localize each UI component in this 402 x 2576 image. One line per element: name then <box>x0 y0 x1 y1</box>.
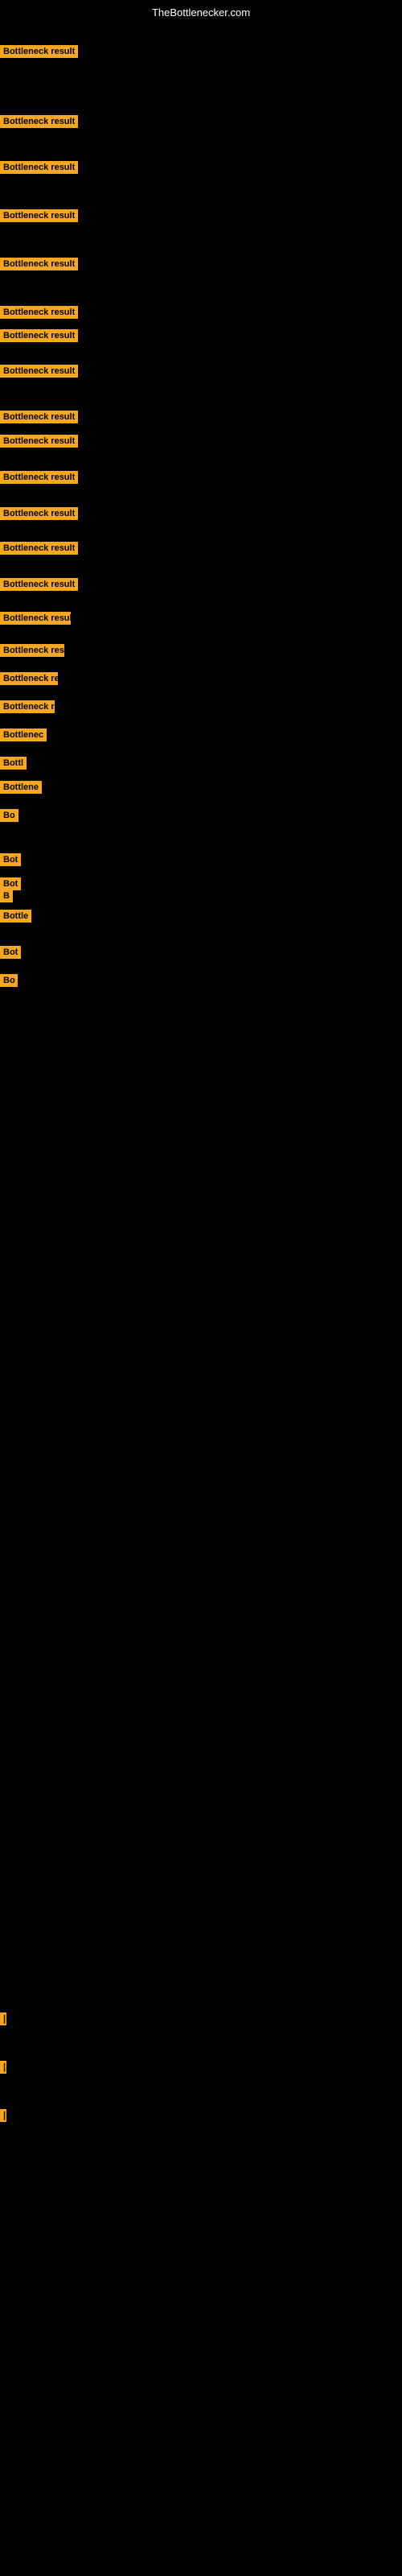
bottleneck-badge-row: Bottlene <box>0 781 42 798</box>
bottleneck-badge-row: Bottleneck result <box>0 411 78 427</box>
bottleneck-result-badge: Bottleneck result <box>0 471 78 484</box>
bottleneck-badge-row: | <box>0 2061 6 2078</box>
bottleneck-result-badge: Bottleneck result <box>0 209 78 222</box>
bottleneck-result-badge: Bottleneck result <box>0 115 78 128</box>
bottleneck-result-badge: Bottleneck res <box>0 644 64 657</box>
bottleneck-badge-row: Bottleneck result <box>0 507 78 524</box>
bottleneck-result-badge: Bottleneck result <box>0 542 78 555</box>
site-title: TheBottlenecker.com <box>152 6 250 19</box>
bottleneck-badge-row: B <box>0 890 13 906</box>
bottleneck-badge-row: Bottleneck result <box>0 329 78 346</box>
bottleneck-badge-row: Bottleneck result <box>0 161 78 178</box>
bottleneck-badge-row: Bottleneck re <box>0 700 55 717</box>
bottleneck-result-badge: Bottleneck result <box>0 258 78 270</box>
bottleneck-result-badge: Bottleneck res <box>0 672 58 685</box>
bottleneck-badge-row: Bottle <box>0 910 31 927</box>
bottleneck-badge-row: Bottl <box>0 757 27 774</box>
bottleneck-result-badge: | <box>0 2013 6 2025</box>
bottleneck-result-badge: Bottleneck result <box>0 306 78 319</box>
bottleneck-result-badge: B <box>0 890 13 902</box>
bottleneck-badge-row: Bottleneck result <box>0 578 78 595</box>
bottleneck-result-badge: Bo <box>0 974 18 987</box>
bottleneck-badge-row: Bottleneck res <box>0 644 64 661</box>
bottleneck-result-badge: Bot <box>0 946 21 959</box>
bottleneck-badge-row: Bottleneck result <box>0 258 78 275</box>
bottleneck-result-badge: Bot <box>0 877 21 890</box>
bottleneck-result-badge: Bottleneck result <box>0 161 78 174</box>
bottleneck-badge-row: Bot <box>0 946 21 963</box>
bottleneck-result-badge: | <box>0 2109 6 2122</box>
bottleneck-badge-row: Bottleneck result <box>0 306 78 323</box>
bottleneck-result-badge: Bottleneck result <box>0 578 78 591</box>
bottleneck-result-badge: Bottleneck result <box>0 411 78 423</box>
bottleneck-badge-row: Bottleneck result <box>0 435 78 452</box>
bottleneck-result-badge: Bottleneck result <box>0 365 78 378</box>
bottleneck-badge-row: Bottleneck result <box>0 209 78 226</box>
bottleneck-result-badge: Bottleneck result <box>0 612 71 625</box>
bottleneck-badge-row: Bot <box>0 853 21 870</box>
bottleneck-badge-row: Bo <box>0 974 18 991</box>
bottleneck-badge-row: Bottleneck result <box>0 45 78 62</box>
bottleneck-badge-row: | <box>0 2109 6 2126</box>
bottleneck-result-badge: Bottlenec <box>0 729 47 741</box>
bottleneck-badge-row: Bottleneck result <box>0 612 71 629</box>
bottleneck-badge-row: Bottleneck result <box>0 542 78 559</box>
bottleneck-result-badge: Bottlene <box>0 781 42 794</box>
bottleneck-result-badge: Bottleneck result <box>0 435 78 448</box>
bottleneck-badge-row: Bottlenec <box>0 729 47 745</box>
bottleneck-badge-row: | <box>0 2013 6 2029</box>
bottleneck-result-badge: Bot <box>0 853 21 866</box>
bottleneck-result-badge: Bottleneck re <box>0 700 55 713</box>
bottleneck-badge-row: Bottleneck result <box>0 471 78 488</box>
bottleneck-result-badge: Bottleneck result <box>0 507 78 520</box>
bottleneck-result-badge: Bottleneck result <box>0 45 78 58</box>
bottleneck-result-badge: Bottle <box>0 910 31 923</box>
bottleneck-result-badge: Bottleneck result <box>0 329 78 342</box>
bottleneck-badge-row: Bottleneck result <box>0 365 78 382</box>
bottleneck-badge-row: Bottleneck res <box>0 672 58 689</box>
bottleneck-result-badge: Bo <box>0 809 18 822</box>
bottleneck-badge-row: Bo <box>0 809 18 826</box>
bottleneck-result-badge: | <box>0 2061 6 2074</box>
bottleneck-result-badge: Bottl <box>0 757 27 770</box>
bottleneck-badge-row: Bottleneck result <box>0 115 78 132</box>
